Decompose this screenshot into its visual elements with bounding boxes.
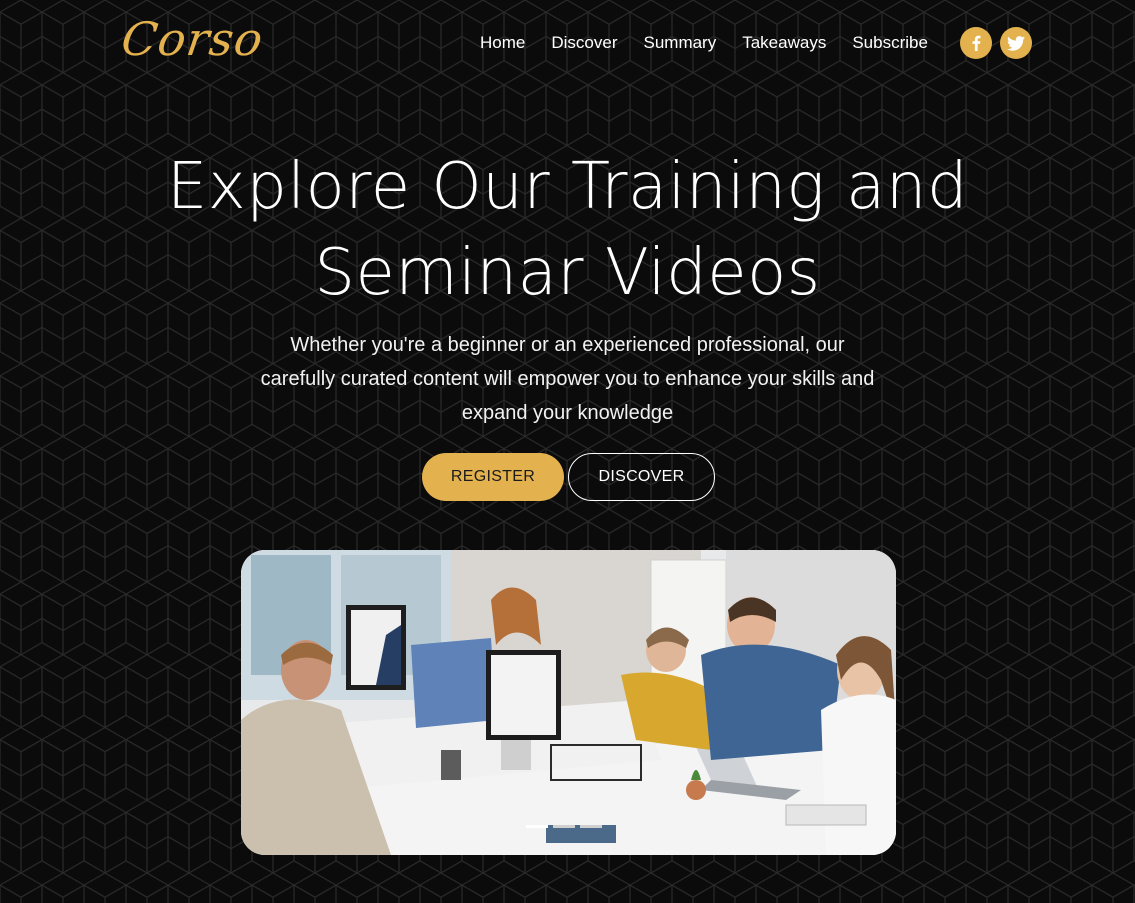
main-nav: Home Discover Summary Takeaways Subscrib… — [480, 33, 954, 53]
hero-image — [241, 550, 896, 855]
subtitle-line-2: carefully curated content will empower y… — [260, 368, 875, 390]
twitter-button[interactable] — [1000, 27, 1032, 59]
landing-page: Corso Home Discover Summary Takeaways Su… — [0, 0, 1135, 903]
facebook-button[interactable] — [960, 27, 992, 59]
cta-buttons: REGISTER DISCOVER — [422, 453, 715, 501]
facebook-icon — [972, 35, 981, 51]
logo[interactable]: Corso — [118, 12, 267, 66]
nav-subscribe[interactable]: Subscribe — [852, 33, 928, 53]
nav-home[interactable]: Home — [480, 33, 525, 53]
register-button[interactable]: REGISTER — [422, 453, 564, 501]
nav-summary[interactable]: Summary — [643, 33, 716, 53]
social-links — [960, 27, 1040, 59]
site-header: Corso Home Discover Summary Takeaways Su… — [0, 0, 1135, 90]
office-training-photo — [241, 550, 896, 855]
nav-takeaways[interactable]: Takeaways — [742, 33, 826, 53]
discover-button[interactable]: DISCOVER — [568, 453, 715, 501]
nav-discover[interactable]: Discover — [551, 33, 617, 53]
title-line-2: Seminar Videos — [314, 236, 821, 310]
hero-subtitle: Whether you're a beginner or an experien… — [0, 328, 1135, 430]
subtitle-line-3: expand your knowledge — [461, 402, 674, 424]
twitter-icon — [1007, 35, 1025, 51]
page-title: Explore Our Training and Seminar Videos — [0, 144, 1135, 316]
title-line-1: Explore Our Training and — [166, 150, 969, 224]
subtitle-line-1: Whether you're a beginner or an experien… — [290, 334, 845, 356]
